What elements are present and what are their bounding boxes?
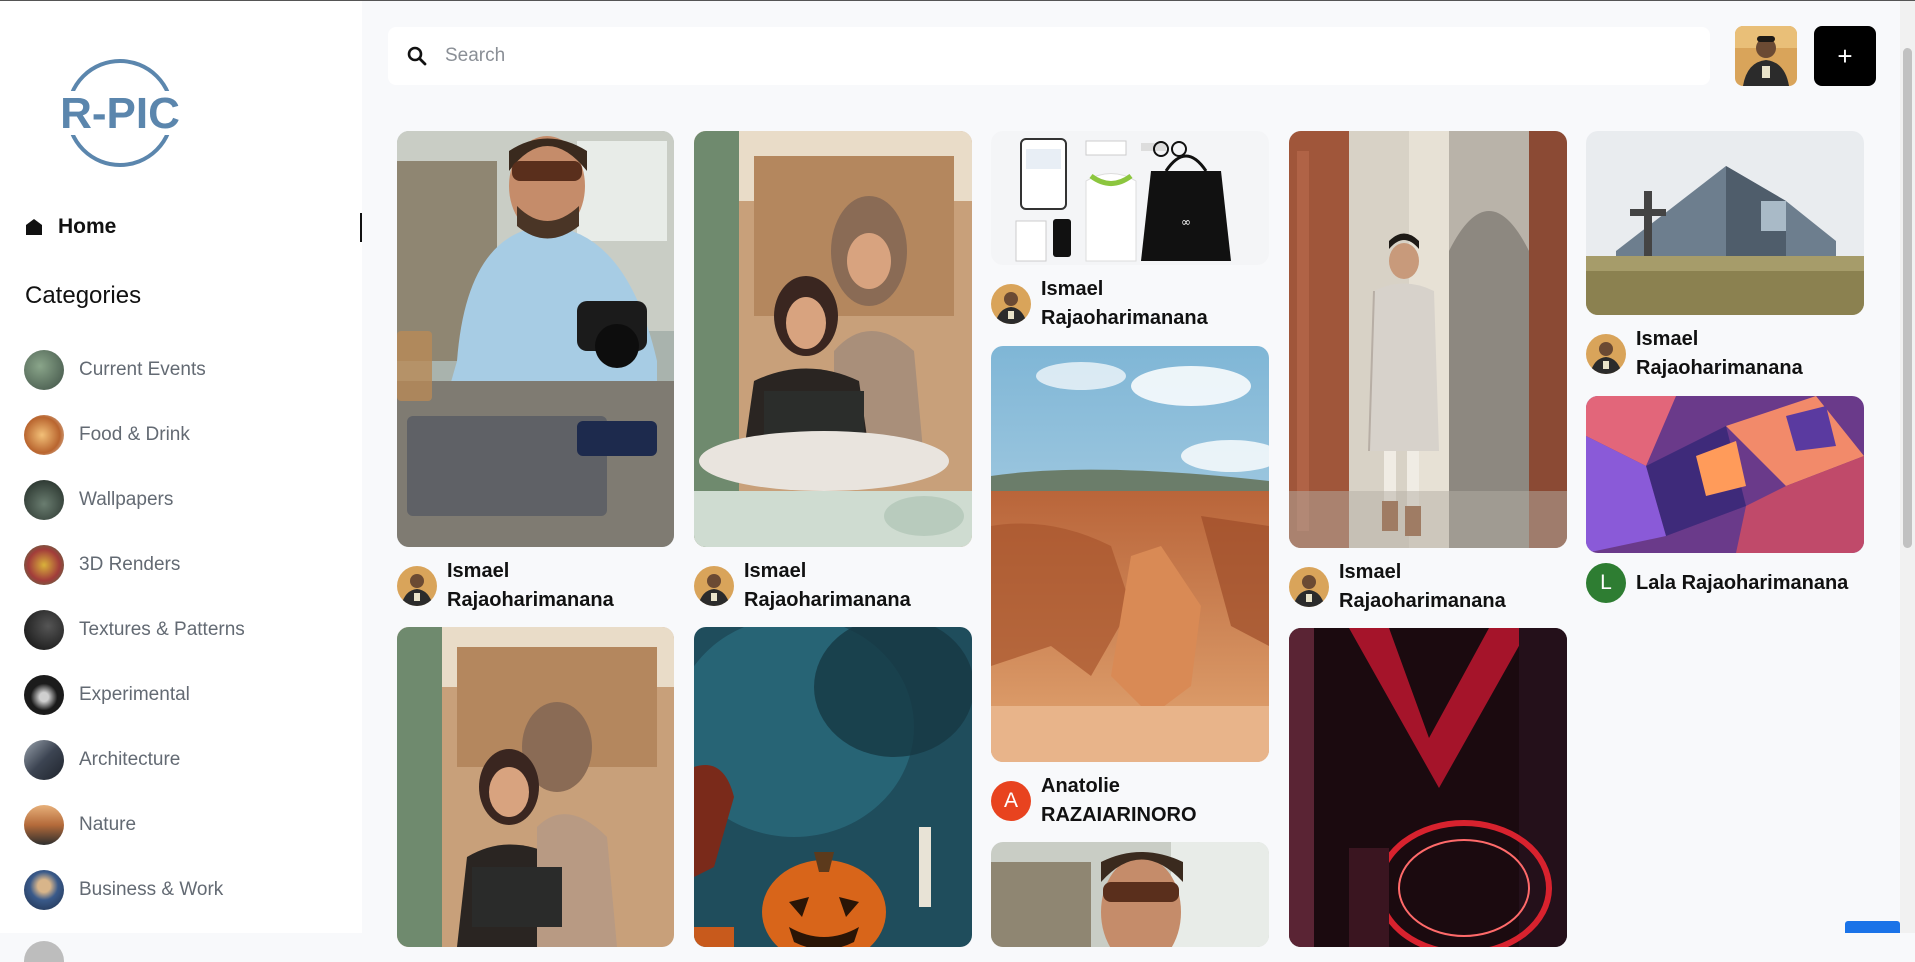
author-name: Anatolie RAZAIARINORO [1041, 775, 1197, 826]
user-avatar-image [1735, 26, 1797, 86]
author-avatar [1586, 334, 1626, 374]
category-thumbnail [24, 869, 64, 910]
category-label: Architecture [79, 748, 181, 770]
author-avatar: A [991, 781, 1031, 821]
pin-image [1289, 628, 1567, 947]
scrollbar-thumb[interactable] [1903, 48, 1912, 548]
pin-card-coat-woman[interactable] [1289, 131, 1567, 548]
category-label: Nature [79, 813, 137, 835]
floating-widget-tab[interactable] [1845, 921, 1900, 933]
category-item-experimental[interactable]: Experimental [24, 662, 245, 727]
search-input[interactable] [443, 44, 1647, 68]
author-name: Ismael Rajaoharimanana [447, 560, 614, 611]
pin-image: ∞ [991, 131, 1269, 265]
category-thumbnail [24, 609, 64, 650]
pin-image [991, 842, 1269, 947]
category-thumbnail [24, 739, 64, 780]
app-logo[interactable]: R-PIC [50, 58, 190, 168]
user-avatar[interactable] [1735, 26, 1797, 86]
pin-card-laptop-friends[interactable] [694, 131, 972, 547]
pin-image [397, 627, 674, 947]
pin-image [991, 346, 1269, 762]
pin-image [1586, 131, 1864, 315]
author-name: Lala Rajaoharimanana [1636, 572, 1849, 594]
category-item-current-events[interactable]: Current Events [24, 337, 245, 402]
search-bar[interactable] [388, 27, 1710, 85]
category-thumbnail [24, 414, 64, 455]
active-nav-indicator [360, 213, 362, 242]
sidebar: R-PIC Home Categories Current Events Foo… [0, 1, 362, 962]
category-thumbnail [24, 804, 64, 845]
category-thumbnail [24, 674, 64, 715]
pin-card-photographer[interactable] [397, 131, 674, 547]
page-scrollbar[interactable] [1900, 1, 1915, 933]
home-icon [26, 219, 42, 235]
pin-image [694, 131, 972, 547]
category-item-food-drink[interactable]: Food & Drink [24, 402, 245, 467]
category-label: Wallpapers [79, 488, 174, 510]
pin-author[interactable]: Ismael Rajaoharimanana [1289, 558, 1539, 616]
category-label: Food & Drink [79, 423, 190, 445]
category-item-architecture[interactable]: Architecture [24, 727, 245, 792]
nav-home[interactable]: Home [24, 215, 116, 239]
author-name: Ismael Rajaoharimanana [1636, 328, 1803, 379]
pin-card-church[interactable] [1586, 131, 1864, 315]
category-thumbnail [24, 479, 64, 520]
author-avatar-letter: A [1003, 789, 1018, 812]
pin-card-cafe-friends[interactable] [397, 627, 674, 947]
pin-card-photographer-2[interactable] [991, 842, 1269, 947]
nav-home-label: Home [58, 215, 117, 238]
pin-author[interactable]: Ismael Rajaoharimanana [991, 275, 1241, 333]
category-thumbnail [24, 941, 64, 962]
category-label: Experimental [79, 683, 190, 705]
pin-card-neon[interactable] [1289, 628, 1567, 947]
pin-image [694, 627, 972, 947]
pin-card-canyon[interactable] [991, 346, 1269, 762]
pin-image [397, 131, 674, 547]
pin-author[interactable]: L Lala Rajaoharimanana [1586, 563, 1896, 603]
author-name: Ismael Rajaoharimanana [1339, 561, 1506, 612]
category-thumbnail [24, 544, 64, 585]
pin-image [1586, 396, 1864, 553]
svg-text:∞: ∞ [1181, 215, 1191, 229]
category-list: Current Events Food & Drink Wallpapers 3… [24, 337, 245, 962]
category-label: 3D Renders [79, 553, 181, 575]
author-avatar [991, 284, 1031, 324]
pin-card-pumpkin[interactable] [694, 627, 972, 947]
categories-heading: Categories [25, 282, 142, 309]
pin-card-branding-mockup[interactable]: ∞ [991, 131, 1269, 265]
pin-author[interactable]: Ismael Rajaoharimanana [1586, 325, 1836, 383]
category-label: Current Events [79, 358, 206, 380]
pin-card-3d-shapes[interactable] [1586, 396, 1864, 553]
author-avatar [694, 566, 734, 606]
category-label: Textures & Patterns [79, 618, 245, 640]
category-item-more[interactable] [24, 922, 245, 962]
pin-author[interactable]: Ismael Rajaoharimanana [694, 557, 944, 615]
author-name: Ismael Rajaoharimanana [1041, 278, 1208, 329]
pin-image [1289, 131, 1567, 548]
add-pin-button[interactable]: + [1814, 26, 1876, 86]
author-avatar [1289, 567, 1329, 607]
category-item-wallpapers[interactable]: Wallpapers [24, 467, 245, 532]
logo-text: R-PIC [60, 89, 180, 138]
author-avatar-letter: L [1600, 571, 1612, 594]
author-name: Ismael Rajaoharimanana [744, 560, 911, 611]
category-item-business-work[interactable]: Business & Work [24, 857, 245, 922]
category-item-3d-renders[interactable]: 3D Renders [24, 532, 245, 597]
author-avatar [397, 566, 437, 606]
category-item-nature[interactable]: Nature [24, 792, 245, 857]
category-item-textures-patterns[interactable]: Textures & Patterns [24, 597, 245, 662]
search-icon [407, 46, 427, 66]
pin-author[interactable]: Ismael Rajaoharimanana [397, 557, 647, 615]
pin-author[interactable]: A Anatolie RAZAIARINORO [991, 772, 1241, 830]
category-thumbnail [24, 349, 64, 390]
author-avatar: L [1586, 563, 1626, 603]
category-label: Business & Work [79, 878, 224, 900]
